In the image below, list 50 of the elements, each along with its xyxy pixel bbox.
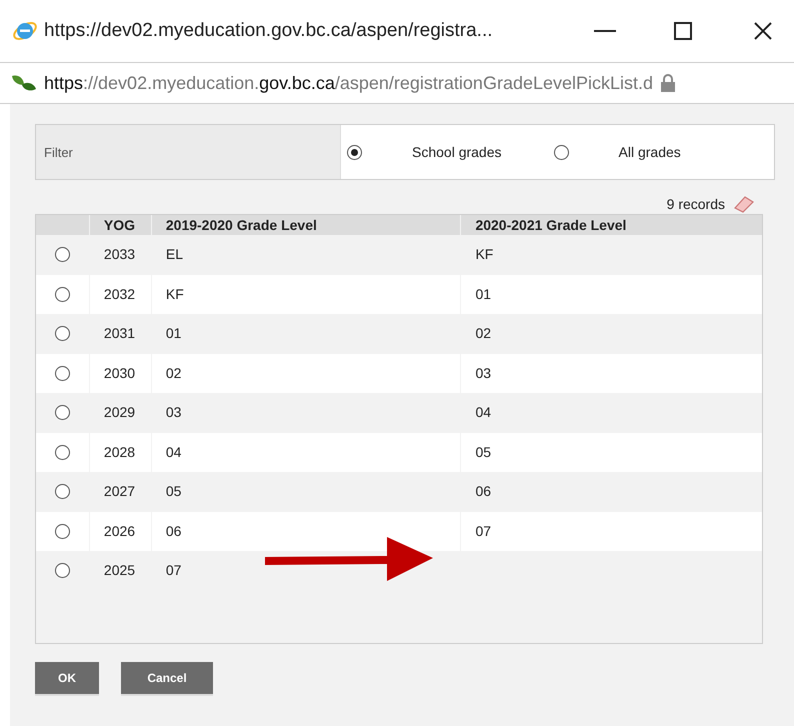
filter-label: Filter [36, 125, 341, 179]
leaf-icon [10, 73, 38, 93]
table-cell-text: 2028 [104, 442, 136, 462]
dialog-button[interactable]: Cancel [121, 662, 213, 696]
table-cell-text: 2031 [104, 324, 136, 344]
table-cell-text: 03 [166, 403, 182, 422]
table-cell-text: 01 [475, 284, 492, 304]
radio-button[interactable] [54, 405, 70, 420]
table-cell-text: 04 [166, 442, 182, 462]
table-cell-text: KF [475, 245, 494, 264]
radio-button[interactable] [347, 144, 362, 160]
table-cell-text: 04 [475, 403, 492, 422]
radio-label[interactable]: All grades [618, 142, 681, 162]
table-cell-text: 07 [166, 561, 182, 580]
table-cell-text: 2033 [104, 245, 136, 264]
table-cell-text: 02 [475, 324, 492, 344]
radio-button[interactable] [54, 326, 70, 342]
radio-button[interactable] [54, 524, 70, 539]
radio-button[interactable] [54, 484, 70, 500]
minimize-icon[interactable] [594, 29, 616, 33]
table-cell-text: 06 [166, 522, 182, 541]
table-cell-text: 01 [166, 324, 182, 344]
radio-button[interactable] [554, 144, 569, 160]
maximize-icon[interactable] [674, 22, 692, 40]
address-url[interactable]: https://dev02.myeducation.gov.bc.ca/aspen/registrationGradeLevelPickList.d [44, 70, 654, 96]
table-cell-text: 2026 [104, 522, 136, 541]
window-title: https://dev02.myeducation.gov.bc.ca/aspen/registra... [44, 18, 494, 43]
table-cell-text: 05 [166, 482, 182, 502]
table-cell-text: KF [166, 284, 184, 304]
table-cell-text: 03 [475, 364, 492, 383]
radio-button[interactable] [54, 444, 70, 460]
table-cell-text: 2030 [104, 364, 136, 383]
record-count: 9 records [666, 194, 725, 214]
radio-button[interactable] [54, 366, 70, 381]
radio-button[interactable] [54, 563, 70, 578]
table-cell-text: 2025 [104, 561, 136, 580]
table-cell-text: 07 [475, 522, 492, 541]
table-cell-text: EL [166, 245, 183, 264]
radio-label[interactable]: School grades [412, 142, 502, 162]
table-cell-text: 02 [166, 364, 182, 383]
dialog-button[interactable]: OK [35, 662, 99, 696]
table-cell-text: 2032 [104, 284, 136, 304]
close-icon[interactable] [754, 22, 772, 40]
table-cell-text: 05 [475, 442, 492, 462]
table-cell-text: 2029 [104, 403, 136, 422]
radio-button[interactable] [54, 286, 70, 302]
table-cell-text: 06 [475, 482, 492, 502]
lock-icon [661, 74, 676, 92]
table-cell-text: 2027 [104, 482, 136, 502]
radio-button[interactable] [54, 247, 70, 262]
